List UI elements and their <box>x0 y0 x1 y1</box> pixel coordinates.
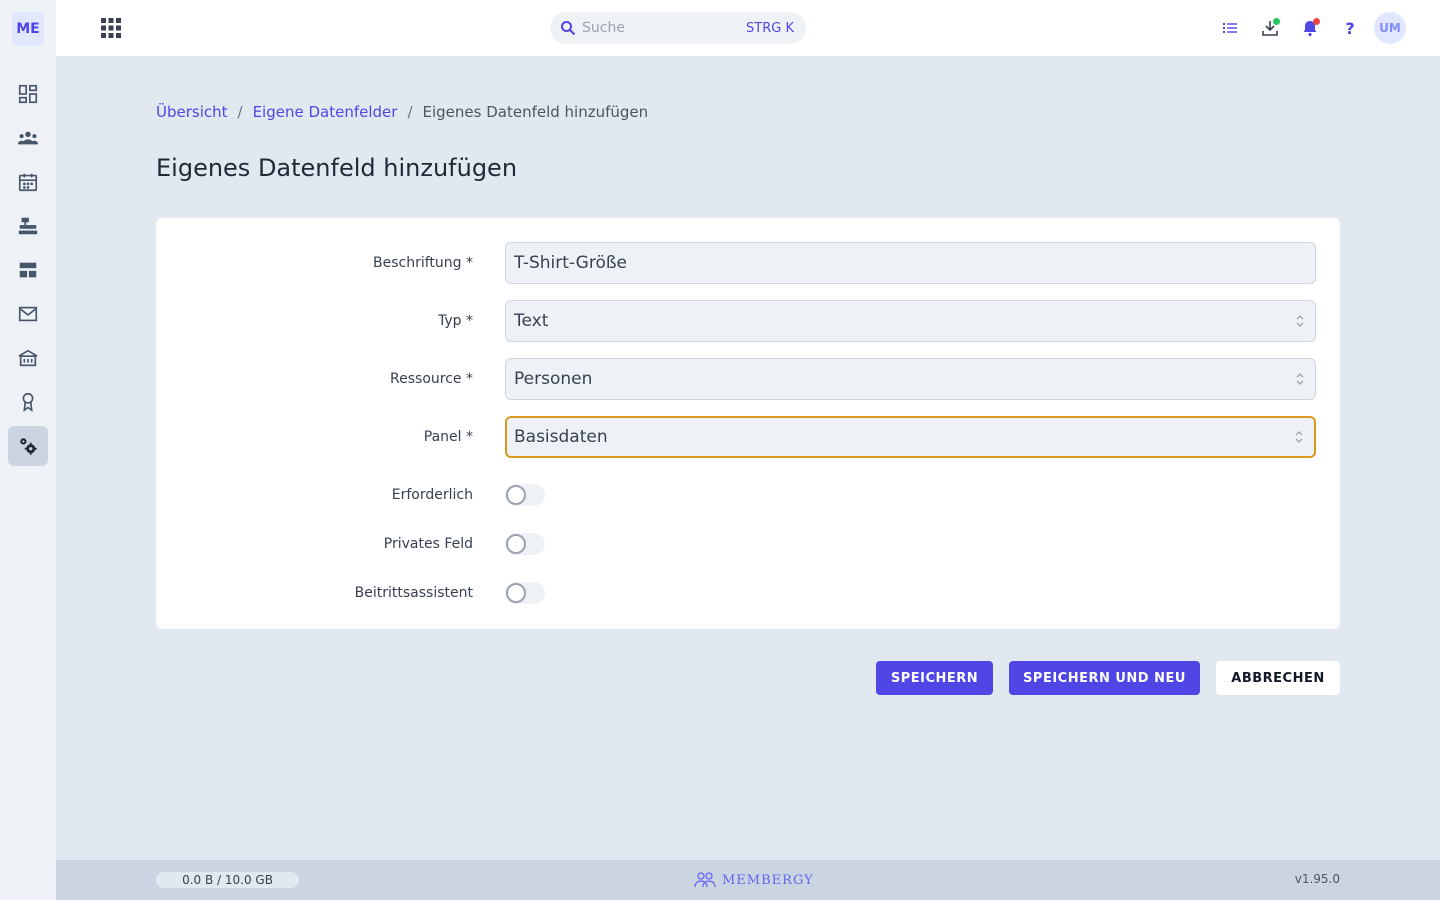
save-and-new-button[interactable]: SPEICHERN UND NEU <box>1009 661 1200 695</box>
breadcrumb-separator: / <box>237 103 243 121</box>
app-logo[interactable]: ME <box>12 12 44 46</box>
toggle-knob <box>506 485 526 505</box>
breadcrumb-current: Eigenes Datenfeld hinzufügen <box>422 103 649 121</box>
sidebar-item-settings[interactable] <box>8 426 48 466</box>
notifications-status-dot <box>1313 18 1320 25</box>
sidebar-item-calendar[interactable] <box>8 162 48 202</box>
label-field-label: Beschriftung * <box>373 255 473 271</box>
downloads-status-dot <box>1273 18 1280 25</box>
form-row-wizard: Beitrittsassistent <box>156 572 1340 614</box>
user-avatar[interactable]: UM <box>1374 12 1406 44</box>
form-row-panel: Panel * Basisdaten <box>156 416 1340 458</box>
private-toggle-label: Privates Feld <box>383 536 473 552</box>
save-button[interactable]: SPEICHERN <box>876 661 993 695</box>
sidebar-item-mail[interactable] <box>8 294 48 334</box>
footer: 0.0 B / 10.0 GB MEMBERGY v1.95.0 <box>56 860 1440 900</box>
search-shortcut: STRG K <box>746 20 794 36</box>
storage-usage: 0.0 B / 10.0 GB <box>156 872 299 888</box>
sidebar: ME <box>0 0 56 900</box>
list-icon <box>1223 23 1237 33</box>
top-icons: ? UM <box>1206 12 1406 44</box>
sidebar-item-finance[interactable] <box>8 206 48 246</box>
building-icon <box>18 349 38 367</box>
brand-name: MEMBERGY <box>722 872 814 888</box>
toggle-knob <box>506 534 526 554</box>
award-icon <box>22 392 34 413</box>
required-toggle-label: Erforderlich <box>391 487 473 503</box>
breadcrumb-overview[interactable]: Übersicht <box>156 103 228 121</box>
panel-select[interactable]: Basisdaten <box>505 416 1316 458</box>
label-input-value: T-Shirt-Größe <box>514 253 628 273</box>
panel-field-label: Panel * <box>423 429 473 445</box>
type-field-label: Typ * <box>438 313 473 329</box>
label-input[interactable]: T-Shirt-Größe <box>505 242 1316 284</box>
task-list-button[interactable] <box>1214 12 1246 44</box>
panel-select-value: Basisdaten <box>514 427 608 447</box>
table-icon <box>19 262 37 278</box>
form-row-private: Privates Feld <box>156 523 1340 565</box>
breadcrumb-custom-fields[interactable]: Eigene Datenfelder <box>253 103 398 121</box>
select-arrows-icon <box>1295 431 1303 443</box>
help-icon: ? <box>1345 18 1355 38</box>
form-row-resource: Ressource * Personen <box>156 358 1340 400</box>
resource-select[interactable]: Personen <box>505 358 1316 400</box>
apps-grid-icon[interactable] <box>100 17 122 39</box>
sidebar-item-tables[interactable] <box>8 250 48 290</box>
people-icon <box>17 131 39 145</box>
select-arrows-icon <box>1296 315 1304 327</box>
cancel-button[interactable]: ABBRECHEN <box>1216 661 1340 695</box>
required-toggle[interactable] <box>505 484 545 506</box>
breadcrumb-separator: / <box>407 103 413 121</box>
search-placeholder: Suche <box>582 20 625 36</box>
mail-icon <box>18 306 38 322</box>
form-row-required: Erforderlich <box>156 474 1340 516</box>
type-select-value: Text <box>514 311 549 331</box>
dashboard-icon <box>18 84 38 104</box>
page-title: Eigenes Datenfeld hinzufügen <box>156 154 518 182</box>
top-bar: Suche STRG K ? UM <box>56 0 1440 56</box>
sidebar-item-organization[interactable] <box>8 338 48 378</box>
resource-select-value: Personen <box>514 369 593 389</box>
breadcrumb: Übersicht / Eigene Datenfelder / Eigenes… <box>156 103 648 121</box>
sidebar-nav <box>8 74 48 470</box>
wizard-toggle[interactable] <box>505 582 545 604</box>
help-button[interactable]: ? <box>1334 12 1366 44</box>
sidebar-item-people[interactable] <box>8 118 48 158</box>
private-toggle[interactable] <box>505 533 545 555</box>
resource-field-label: Ressource * <box>390 371 473 387</box>
cash-register-icon <box>18 217 38 235</box>
calendar-icon <box>18 173 38 192</box>
settings-icon <box>20 438 37 455</box>
toggle-knob <box>506 583 526 603</box>
notifications-button[interactable] <box>1294 12 1326 44</box>
wizard-toggle-label: Beitrittsassistent <box>354 585 473 601</box>
form-card: Beschriftung * T-Shirt-Größe Typ * Text … <box>156 218 1340 629</box>
membergy-logo-icon <box>694 872 716 888</box>
sidebar-item-awards[interactable] <box>8 382 48 422</box>
form-row-type: Typ * Text <box>156 300 1340 342</box>
search-input[interactable]: Suche STRG K <box>550 12 806 44</box>
type-select[interactable]: Text <box>505 300 1316 342</box>
select-arrows-icon <box>1296 373 1304 385</box>
app-version: v1.95.0 <box>1294 872 1340 886</box>
sidebar-item-dashboard[interactable] <box>8 74 48 114</box>
brand-logo: MEMBERGY <box>692 870 814 890</box>
downloads-button[interactable] <box>1254 12 1286 44</box>
search-icon <box>561 21 576 36</box>
form-row-label: Beschriftung * T-Shirt-Größe <box>156 242 1340 284</box>
